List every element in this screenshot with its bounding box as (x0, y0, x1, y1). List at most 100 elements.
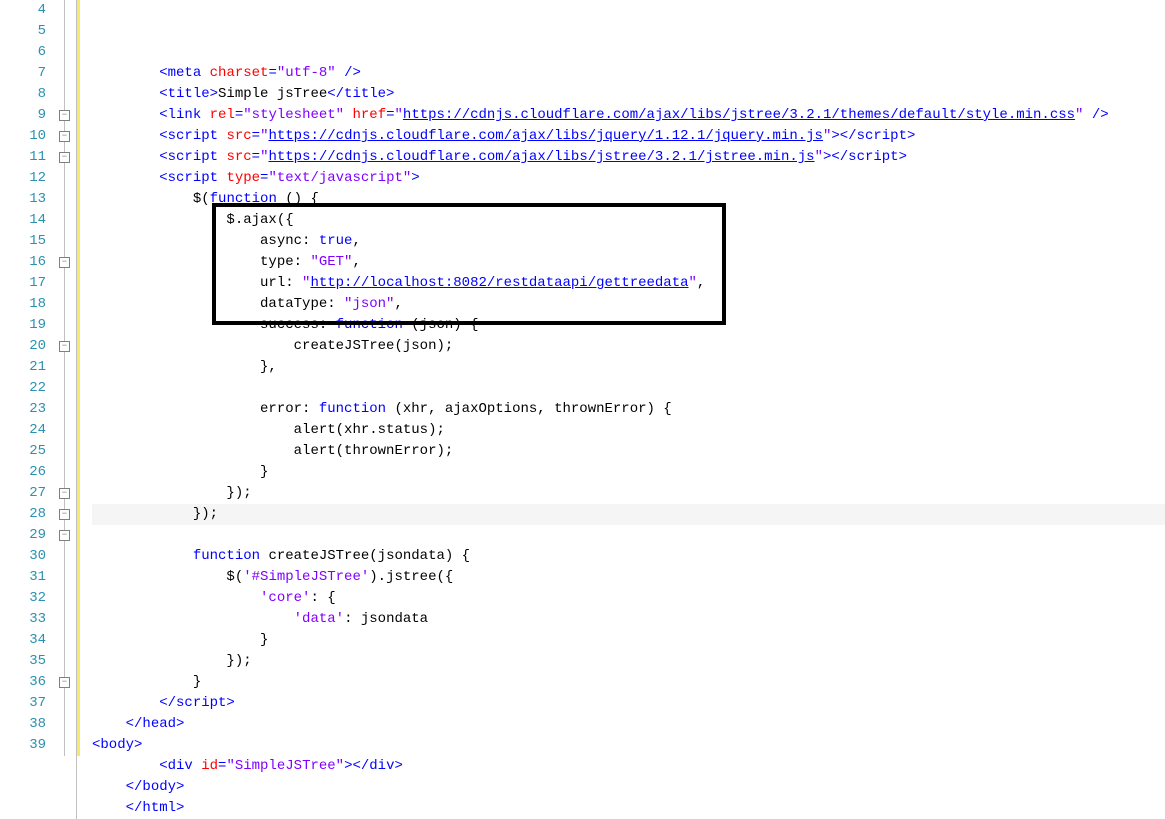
code-token: , (394, 296, 402, 312)
code-line[interactable]: <body> (92, 735, 1165, 756)
code-token (193, 758, 201, 774)
code-line[interactable]: 'data': jsondata (92, 609, 1165, 630)
fold-toggle-icon[interactable]: − (59, 110, 70, 121)
code-line[interactable]: <meta charset="utf-8" /> (92, 63, 1165, 84)
code-token: ></div> (344, 758, 403, 774)
line-number: 13 (0, 189, 46, 210)
code-token: "GET" (310, 254, 352, 270)
code-area[interactable]: <meta charset="utf-8" /> <title>Simple j… (92, 0, 1165, 819)
code-line[interactable]: url: "http://localhost:8082/restdataapi/… (92, 273, 1165, 294)
code-line[interactable]: }); (92, 483, 1165, 504)
fold-cell (56, 441, 76, 462)
code-line[interactable]: <script src="https://cdnjs.cloudflare.co… (92, 126, 1165, 147)
fold-cell (56, 231, 76, 252)
line-number-gutter: 4567891011121314151617181920212223242526… (0, 0, 56, 819)
code-token: src (226, 149, 251, 165)
fold-toggle-icon[interactable]: − (59, 530, 70, 541)
code-token: <title> (159, 86, 218, 102)
fold-cell (56, 714, 76, 735)
line-number: 21 (0, 357, 46, 378)
code-line[interactable]: </head> (92, 714, 1165, 735)
fold-cell: − (56, 147, 76, 168)
code-token: } (193, 674, 201, 690)
margin-guide (76, 0, 92, 819)
fold-toggle-icon[interactable]: − (59, 341, 70, 352)
code-line[interactable]: success: function (json) { (92, 315, 1165, 336)
fold-cell: − (56, 336, 76, 357)
fold-toggle-icon[interactable]: − (59, 677, 70, 688)
code-line[interactable]: error: function (xhr, ajaxOptions, throw… (92, 399, 1165, 420)
code-line[interactable]: </body> (92, 777, 1165, 798)
code-line[interactable]: async: true, (92, 231, 1165, 252)
code-token: (xhr, ajaxOptions, thrownError) { (386, 401, 672, 417)
code-line[interactable]: } (92, 462, 1165, 483)
code-token: <script (159, 149, 218, 165)
code-line[interactable]: $(function () { (92, 189, 1165, 210)
code-token: } (260, 464, 268, 480)
fold-cell (56, 42, 76, 63)
code-line[interactable]: }, (92, 357, 1165, 378)
code-token: <body> (92, 737, 142, 753)
code-line[interactable]: $.ajax({ (92, 210, 1165, 231)
line-number: 16 (0, 252, 46, 273)
code-token: > (411, 170, 419, 186)
line-number: 11 (0, 147, 46, 168)
code-line[interactable]: <div id="SimpleJSTree"></div> (92, 756, 1165, 777)
code-line[interactable]: createJSTree(json); (92, 336, 1165, 357)
fold-cell (56, 567, 76, 588)
fold-toggle-icon[interactable]: − (59, 509, 70, 520)
code-line[interactable]: } (92, 672, 1165, 693)
code-token: true (319, 233, 353, 249)
line-number: 14 (0, 210, 46, 231)
code-token: src (226, 128, 251, 144)
code-line[interactable]: dataType: "json", (92, 294, 1165, 315)
code-token: = (235, 107, 243, 123)
code-line[interactable]: <link rel="stylesheet" href="https://cdn… (92, 105, 1165, 126)
code-token: function (336, 317, 403, 333)
code-line[interactable]: }); (92, 504, 1165, 525)
code-line[interactable] (92, 378, 1165, 399)
code-token: 'core' (260, 590, 310, 606)
line-number: 30 (0, 546, 46, 567)
fold-cell: − (56, 252, 76, 273)
code-token: () { (277, 191, 319, 207)
code-line[interactable]: alert(xhr.status); (92, 420, 1165, 441)
line-number: 22 (0, 378, 46, 399)
code-token: , (352, 254, 360, 270)
code-line[interactable]: <script type="text/javascript"> (92, 168, 1165, 189)
code-link[interactable]: https://cdnjs.cloudflare.com/ajax/libs/j… (268, 149, 814, 165)
code-line[interactable]: function createJSTree(jsondata) { (92, 546, 1165, 567)
code-link[interactable]: https://cdnjs.cloudflare.com/ajax/libs/j… (268, 128, 823, 144)
code-link[interactable]: https://cdnjs.cloudflare.com/ajax/libs/j… (403, 107, 1075, 123)
code-line[interactable]: 'core': { (92, 588, 1165, 609)
code-line[interactable]: }); (92, 651, 1165, 672)
code-line[interactable] (92, 525, 1165, 546)
code-line[interactable]: $('#SimpleJSTree').jstree({ (92, 567, 1165, 588)
fold-toggle-icon[interactable]: − (59, 488, 70, 499)
code-line[interactable]: <script src="https://cdnjs.cloudflare.co… (92, 147, 1165, 168)
code-line[interactable]: <title>Simple jsTree</title> (92, 84, 1165, 105)
line-number: 29 (0, 525, 46, 546)
code-editor[interactable]: 4567891011121314151617181920212223242526… (0, 0, 1165, 819)
fold-toggle-icon[interactable]: − (59, 257, 70, 268)
code-line[interactable]: type: "GET", (92, 252, 1165, 273)
code-line[interactable]: alert(thrownError); (92, 441, 1165, 462)
line-number: 15 (0, 231, 46, 252)
code-line[interactable]: } (92, 630, 1165, 651)
code-link[interactable]: http://localhost:8082/restdataapi/gettre… (310, 275, 688, 291)
line-number: 7 (0, 63, 46, 84)
code-token: , (352, 233, 360, 249)
code-token: /> (1092, 107, 1109, 123)
code-token: }); (226, 653, 251, 669)
line-number: 38 (0, 714, 46, 735)
fold-toggle-icon[interactable]: − (59, 131, 70, 142)
code-line[interactable]: </script> (92, 693, 1165, 714)
line-number: 34 (0, 630, 46, 651)
code-token: </script> (159, 695, 235, 711)
fold-toggle-icon[interactable]: − (59, 152, 70, 163)
code-token: </html> (126, 800, 185, 816)
code-line[interactable]: </html> (92, 798, 1165, 819)
fold-cell: − (56, 525, 76, 546)
fold-cell (56, 609, 76, 630)
line-number: 31 (0, 567, 46, 588)
